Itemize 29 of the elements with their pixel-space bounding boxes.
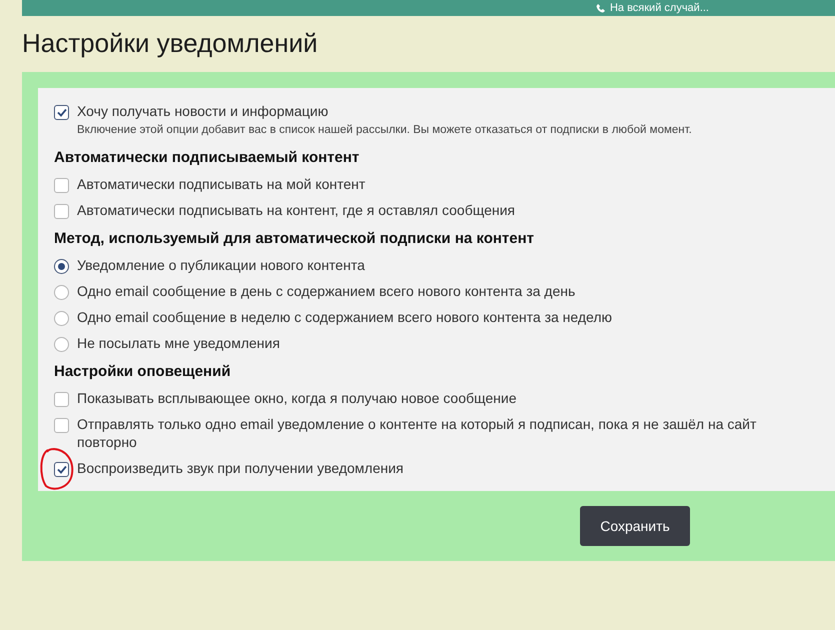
option-label[interactable]: Автоматически подписывать на мой контент [77, 175, 366, 193]
checkbox[interactable] [54, 105, 69, 120]
checkbox[interactable] [54, 204, 69, 219]
option-label[interactable]: Отправлять только одно email уведомление о контенте на который я подписан, пока я не зашёл на сайт повторно [77, 415, 819, 451]
radio-button[interactable] [54, 259, 69, 274]
phone-icon [596, 3, 606, 13]
option-label[interactable]: Показывать всплывающее окно, когда я получаю новое сообщение [77, 389, 516, 407]
section-heading: Автоматически подписываемый контент [54, 149, 360, 167]
checkbox[interactable] [54, 462, 69, 477]
checkbox[interactable] [54, 178, 69, 193]
option-label[interactable]: Воспроизведить звук при получении уведомления [77, 459, 404, 477]
checkbox[interactable] [54, 418, 69, 433]
section-heading: Метод, используемый для автоматической подписки на контент [54, 230, 536, 248]
save-button[interactable]: Сохранить [580, 506, 690, 546]
section-heading: Настройки оповещений [54, 363, 232, 381]
checkmark-icon [56, 465, 66, 474]
option-label[interactable]: Одно email сообщение в день с содержанием всего нового контента за день [77, 282, 576, 300]
option-label[interactable]: Автоматически подписывать на контент, где я оставлял сообщения [77, 201, 515, 219]
option-label[interactable]: Одно email сообщение в неделю с содержанием всего нового контента за неделю [77, 308, 612, 326]
radio-button[interactable] [54, 337, 69, 352]
page-title: Настройки уведомлений [22, 27, 319, 60]
option-label[interactable]: Не посылать мне уведомления [77, 334, 280, 352]
radio-button[interactable] [54, 311, 69, 326]
option-label[interactable]: Хочу получать новости и информацию [77, 102, 692, 120]
option-label[interactable]: Уведомление о публикации нового контента [77, 256, 365, 274]
checkbox[interactable] [54, 392, 69, 407]
option-hint: Включение этой опции добавит вас в список нашей рассылки. Вы можете отказаться от подписки в любой момент. [77, 123, 692, 138]
checkmark-icon [56, 108, 66, 117]
radio-button[interactable] [54, 285, 69, 300]
